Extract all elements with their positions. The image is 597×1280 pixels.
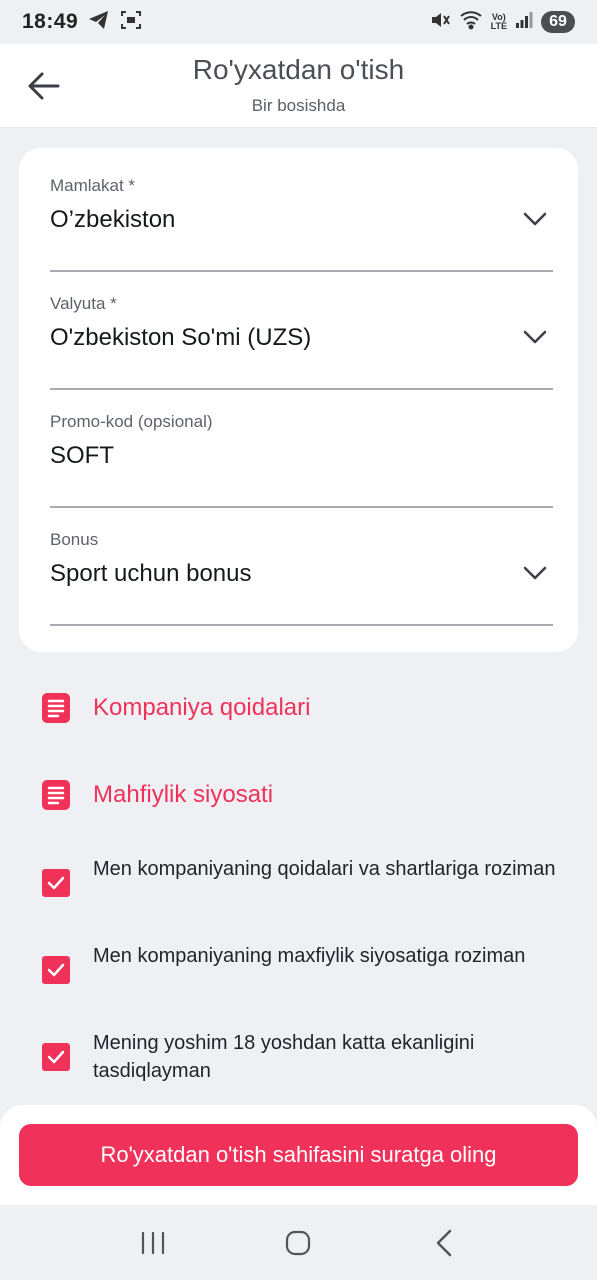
wifi-icon [459,10,483,35]
company-rules-link[interactable]: Kompaniya qoidalari [42,688,310,728]
bottom-action-bar: Ro'yxatdan o'tish sahifasini suratga oli… [0,1105,597,1205]
field-underline [50,270,553,272]
country-select[interactable]: Mamlakat * O’zbekiston [50,176,553,272]
field-underline [50,506,553,508]
registration-form: Mamlakat * O’zbekiston Valyuta * O'zbeki… [19,148,578,652]
country-label: Mamlakat * [50,176,136,195]
promo-value[interactable]: SOFT [50,442,114,470]
app-header: Ro'yxatdan o'tish Bir bosishda [0,44,597,128]
field-underline [50,624,553,626]
home-icon [286,1230,311,1255]
document-icon [42,693,70,723]
country-value: O’zbekiston [50,206,176,233]
checkmark-icon [47,1050,65,1064]
lte-bottom-label: LTE [490,21,507,31]
save-screenshot-button[interactable]: Ro'yxatdan o'tish sahifasini suratga oli… [19,1124,578,1186]
currency-select[interactable]: Valyuta * O'zbekiston So'mi (UZS) [50,294,553,390]
checkbox-checked[interactable] [42,1043,70,1071]
battery-indicator: 69 [541,11,575,33]
system-back-button[interactable] [414,1218,474,1268]
mute-icon [429,9,451,36]
checkbox-checked[interactable] [42,956,70,984]
page-subtitle: Bir bosishda [251,96,346,115]
promo-label: Promo-kod (opsional) [50,412,213,431]
screenshot-icon [120,9,142,36]
chevron-down-icon [523,566,547,580]
age-confirm-checkbox[interactable]: Mening yoshim 18 yoshdan katta ekanligin… [42,1029,562,1085]
promo-code-input[interactable]: Promo-kod (opsional) SOFT [50,412,553,508]
checkmark-icon [47,963,65,977]
privacy-policy-label[interactable]: Mahfiylik siyosati [93,781,273,809]
chevron-down-icon [523,212,547,226]
agree-privacy-checkbox[interactable]: Men kompaniyaning maxfiylik siyosatiga r… [42,942,562,984]
document-icon [42,780,70,810]
bonus-value: Sport uchun bonus [50,560,252,587]
chevron-left-icon [436,1229,452,1256]
bonus-label: Bonus [50,530,99,549]
status-bar: 18:49 Vo) LTE 69 [0,0,597,44]
checkbox-checked[interactable] [42,869,70,897]
bonus-select[interactable]: Bonus Sport uchun bonus [50,530,553,626]
currency-value: O'zbekiston So'mi (UZS) [50,324,312,351]
recent-apps-button[interactable] [123,1218,183,1268]
lte-indicator: Vo) LTE [491,13,507,31]
checkmark-icon [47,876,65,890]
recent-apps-icon [141,1231,164,1254]
chevron-down-icon [523,330,547,344]
telegram-icon [88,10,110,35]
signal-icon [515,11,533,34]
agree-terms-label: Men kompaniyaning qoidalari va shartlari… [93,858,556,880]
privacy-policy-link[interactable]: Mahfiylik siyosati [42,775,273,815]
field-underline [50,388,553,390]
currency-label: Valyuta * [50,294,117,313]
age-confirm-label: Mening yoshim 18 yoshdan katta ekanligin… [93,1032,475,1082]
home-button[interactable] [268,1218,328,1268]
page-title: Ro'yxatdan o'tish [192,54,405,85]
status-time: 18:49 [22,10,79,33]
system-nav-bar [0,1205,597,1280]
agree-privacy-label: Men kompaniyaning maxfiylik siyosatiga r… [93,945,526,967]
company-rules-label[interactable]: Kompaniya qoidalari [93,694,310,722]
agree-terms-checkbox[interactable]: Men kompaniyaning qoidalari va shartlari… [42,855,562,897]
